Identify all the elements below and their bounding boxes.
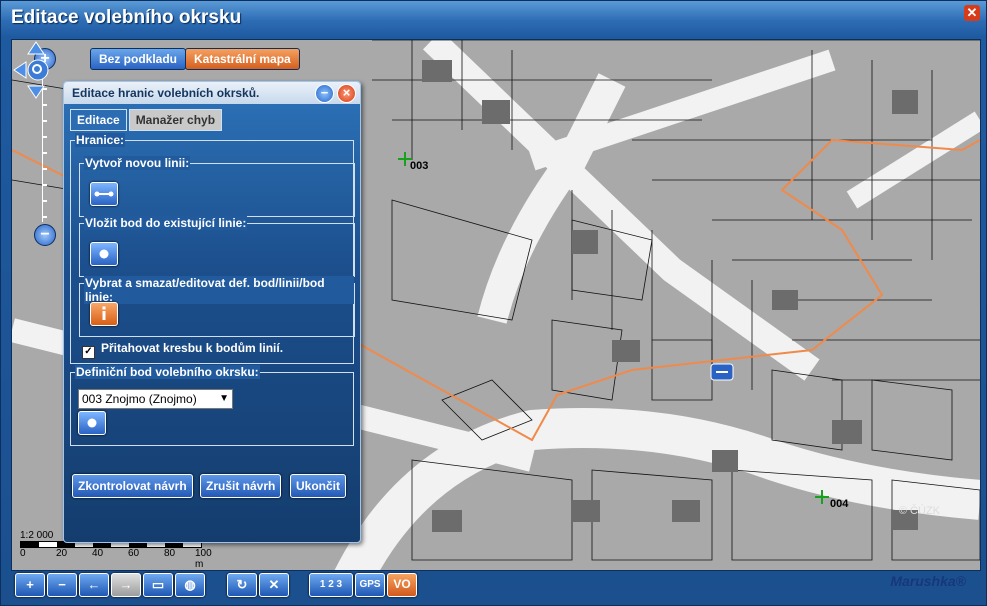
select-delete-fieldset: Vybrat a smazat/editovat def. bod/linii/…	[79, 276, 355, 337]
snap-checkbox[interactable]: ✓	[82, 346, 95, 359]
district-label-003: 003	[410, 160, 429, 172]
insert-point-button[interactable]	[90, 242, 118, 266]
zoom-extent-icon[interactable]: ▭	[143, 573, 173, 597]
zoom-out-icon[interactable]: −	[34, 224, 56, 246]
line-icon	[94, 191, 114, 197]
point-icon	[99, 249, 109, 259]
scale-tick: 80	[164, 548, 176, 559]
tab-editace[interactable]: Editace	[70, 109, 127, 131]
refresh-icon[interactable]: ↻	[227, 573, 257, 597]
scale-tick: 100 m	[195, 548, 212, 570]
info-icon	[102, 306, 106, 320]
main-window: Editace volebního okrsku ✕ 003 004 © ČÚZ…	[0, 0, 987, 606]
panel-header[interactable]: Editace hranic volebních okrsků. − ×	[64, 82, 360, 104]
tab-error-manager[interactable]: Manažer chyb	[128, 109, 223, 131]
insert-point-fieldset: Vložit bod do existující linie:	[79, 216, 355, 277]
zoom-out-icon[interactable]: −	[47, 573, 77, 597]
measure-label: 1 2 3	[319, 579, 343, 590]
window-title: Editace volebního okrsku	[11, 7, 242, 28]
gps-button[interactable]: GPS	[355, 573, 385, 597]
def-point-button[interactable]	[78, 411, 106, 435]
insert-point-legend: Vložit bod do existující linie:	[84, 216, 248, 230]
check-proposal-button[interactable]: Zkontrolovat návrh	[72, 474, 193, 498]
zoom-in-icon[interactable]: +	[15, 573, 45, 597]
cancel-proposal-button[interactable]: Zrušit návrh	[200, 474, 282, 498]
district-select-value: 003 Znojmo (Znojmo)	[82, 392, 197, 406]
snap-checkbox-label: Přitahovat kresbu k bodům linií.	[101, 341, 284, 355]
back-arrow-icon[interactable]: ←	[79, 573, 109, 597]
def-point-legend: Definiční bod volebního okrsku:	[75, 365, 260, 379]
point-icon	[87, 418, 97, 428]
boundaries-fieldset: Hranice: Vytvoř novou linii: Vložit bod …	[70, 133, 355, 364]
create-line-button[interactable]	[90, 182, 118, 206]
def-point-fieldset: Definiční bod volebního okrsku:	[70, 365, 354, 446]
boundary-edit-panel: Editace hranic volebních okrsků. − × Edi…	[63, 81, 361, 543]
globe-icon[interactable]: ◍	[175, 573, 205, 597]
vo-button[interactable]: VO	[387, 573, 417, 597]
district-select[interactable]: 003 Znojmo (Znojmo) ▼	[78, 389, 233, 409]
district-label-004: 004	[830, 498, 849, 510]
scale-tick: 60	[128, 548, 140, 559]
select-delete-legend: Vybrat a smazat/editovat def. bod/linii/…	[84, 276, 354, 304]
minimize-icon[interactable]: −	[315, 84, 334, 103]
create-line-fieldset: Vytvoř novou linii:	[79, 156, 355, 217]
snap-checkbox-row[interactable]: ✓ Přitahovat kresbu k bodům linií.	[82, 341, 283, 359]
finish-button[interactable]: Ukončit	[290, 474, 347, 498]
scale-tick: 0	[20, 548, 26, 559]
boundaries-legend: Hranice:	[75, 133, 126, 147]
forward-arrow-icon[interactable]: →	[111, 573, 141, 597]
brand-logo: Marushka®	[890, 573, 966, 589]
scale-tick: 20	[56, 548, 68, 559]
close-icon[interactable]: ✕	[964, 5, 980, 21]
panel-tabs: Editace Manažer chyb	[70, 109, 224, 131]
clear-icon[interactable]: ✕	[259, 573, 289, 597]
panel-title: Editace hranic volebních okrsků.	[72, 86, 260, 100]
no-basemap-button[interactable]: Bez podkladu	[90, 48, 187, 70]
pan-control[interactable]	[12, 40, 60, 100]
scale-tick: 40	[92, 548, 104, 559]
create-line-legend: Vytvoř novou linii:	[84, 156, 191, 170]
map-watermark: © ČÚZK	[898, 505, 940, 517]
measure-button[interactable]: 1 2 3	[309, 573, 353, 597]
cadastral-map-button[interactable]: Katastrální mapa	[185, 48, 300, 70]
chevron-down-icon: ▼	[219, 393, 229, 404]
close-icon[interactable]: ×	[337, 84, 356, 103]
select-delete-button[interactable]	[90, 302, 118, 326]
